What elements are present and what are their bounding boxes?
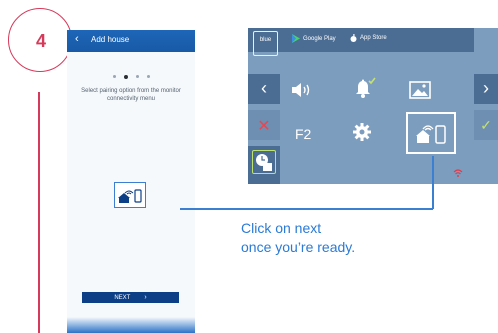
back-arrow-icon[interactable]: ‹ [75,33,79,45]
caption-line: Click on next [241,220,322,236]
google-play-badge[interactable]: Google Play [292,34,336,43]
monitor-confirm-button[interactable]: ✓ [474,110,498,140]
brand-logo: blue [253,31,278,56]
pagination-dot [135,75,139,79]
step-indicator: 4 [8,8,72,72]
pairing-illustration [114,182,146,208]
phone-screen: ‹ Add house Select pairing option from t… [67,30,195,333]
store-bar: blue Google Play App Store [248,28,474,56]
gallery-icon[interactable] [409,81,431,99]
next-button[interactable]: NEXT › [82,292,179,303]
next-button-label: NEXT [114,294,131,301]
caption: Click on next once you’re ready. [241,219,355,257]
monitor-next-button[interactable]: › [474,74,498,104]
chevron-right-icon: › [144,294,147,301]
phone-footer [67,317,195,333]
chevron-right-icon: › [483,78,489,98]
monitor-timer-button[interactable] [248,146,280,184]
app-store-badge[interactable]: App Store [350,34,387,42]
connectivity-icon [416,125,446,144]
step-number: 4 [35,30,46,51]
monitor-back-button[interactable]: ‹ [248,74,280,104]
google-play-label: Google Play [303,35,336,42]
caption-line: once you’re ready. [241,239,356,255]
settings-icon[interactable] [352,122,372,142]
pagination-dots [67,68,195,86]
house-icon [118,193,130,203]
timer-icon [252,150,276,174]
pagination-dot-active [123,74,128,79]
pagination-dot [146,75,150,79]
monitor-screen: blue Google Play App Store ‹ ✕ › ✓ F2 [248,28,498,184]
pagination-dot [112,75,116,79]
check-icon: ✓ [480,117,492,133]
close-icon: ✕ [257,118,271,135]
phone-title: Add house [91,35,130,44]
instruction-text: Select pairing option from the monitor c… [81,88,181,102]
app-store-label: App Store [360,35,387,41]
volume-icon[interactable] [292,82,316,98]
brand-logo-text: blue [259,37,272,43]
step-timeline-line [38,92,40,333]
chevron-left-icon: ‹ [261,78,267,98]
google-play-icon [292,34,300,43]
connector-line [432,156,434,209]
bell-icon[interactable] [352,76,376,100]
smartphone-icon [134,189,142,203]
wifi-alert-icon [453,169,463,177]
phone-header: ‹ Add house [67,30,195,52]
f2-button[interactable]: F2 [295,126,311,142]
connector-line [180,208,433,210]
monitor-cancel-button[interactable]: ✕ [248,110,280,140]
wifi-icon [124,190,134,195]
apple-icon [350,34,357,42]
connectivity-menu-button[interactable] [406,112,456,154]
